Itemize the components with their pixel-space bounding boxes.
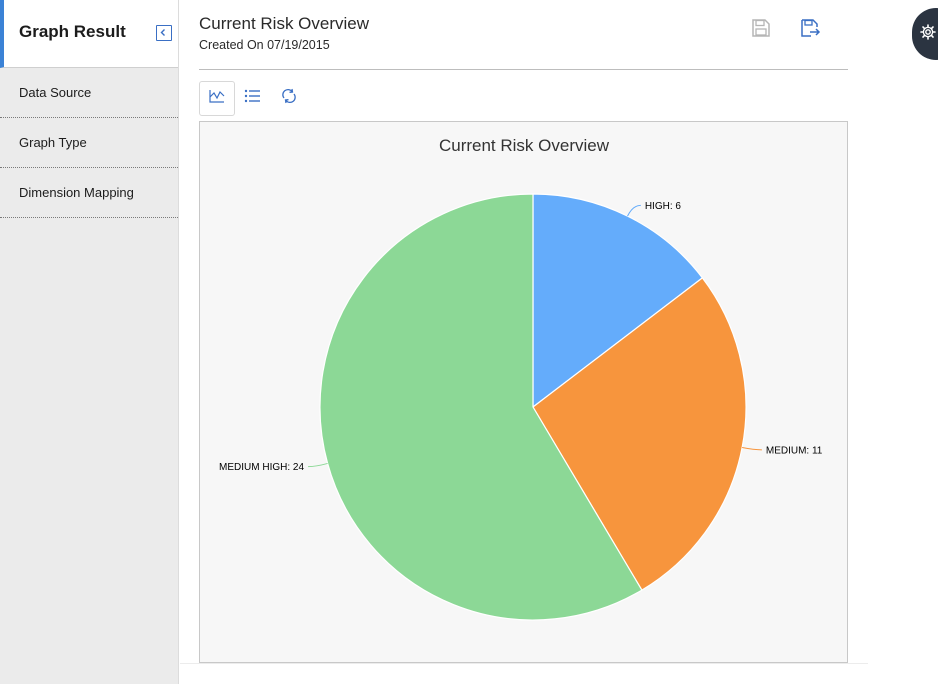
slice-connector xyxy=(742,447,762,451)
slice-connector xyxy=(627,204,641,217)
page-subtitle: Created On 07/19/2015 xyxy=(199,38,330,52)
main-panel: Current Risk Overview Created On 07/19/2… xyxy=(180,0,868,684)
chart-container: Current Risk Overview HIGH: 6 MEDIUM: 11 M… xyxy=(199,121,848,663)
sidebar: Graph Result Data Source Graph Type Dime… xyxy=(0,0,179,684)
save-icon[interactable] xyxy=(750,17,772,39)
nav-item-label: Graph Type xyxy=(19,135,87,150)
slice-connector xyxy=(308,462,328,468)
nav-item-data-source[interactable]: Data Source xyxy=(0,68,178,118)
refresh-button[interactable] xyxy=(271,81,307,116)
page-title: Current Risk Overview xyxy=(199,14,370,33)
sidebar-title: Graph Result xyxy=(19,22,126,41)
pie-chart: Current Risk Overview HIGH: 6 MEDIUM: 11 M… xyxy=(219,136,823,621)
nav-item-label: Dimension Mapping xyxy=(19,185,134,200)
list-icon xyxy=(244,89,262,108)
nav-item-dimension-mapping[interactable]: Dimension Mapping xyxy=(0,168,178,218)
slice-data-label: HIGH: 6 xyxy=(645,201,682,212)
sidebar-header: Graph Result xyxy=(0,0,178,68)
list-view-button[interactable] xyxy=(235,81,271,116)
chart-title: Current Risk Overview xyxy=(439,136,610,155)
slice-data-label: MEDIUM HIGH: 24 xyxy=(219,462,304,473)
footer-divider xyxy=(180,663,868,664)
refresh-icon xyxy=(280,88,298,109)
chart-icon xyxy=(208,88,226,109)
chart-view-button[interactable] xyxy=(199,81,235,116)
collapse-sidebar-icon[interactable] xyxy=(156,25,172,41)
header-divider xyxy=(199,69,848,70)
right-gutter xyxy=(868,0,938,684)
nav-item-label: Data Source xyxy=(19,85,92,100)
nav-item-graph-type[interactable]: Graph Type xyxy=(0,118,178,168)
save-as-icon[interactable] xyxy=(799,17,821,39)
slice-data-label: MEDIUM: 11 xyxy=(766,445,823,456)
